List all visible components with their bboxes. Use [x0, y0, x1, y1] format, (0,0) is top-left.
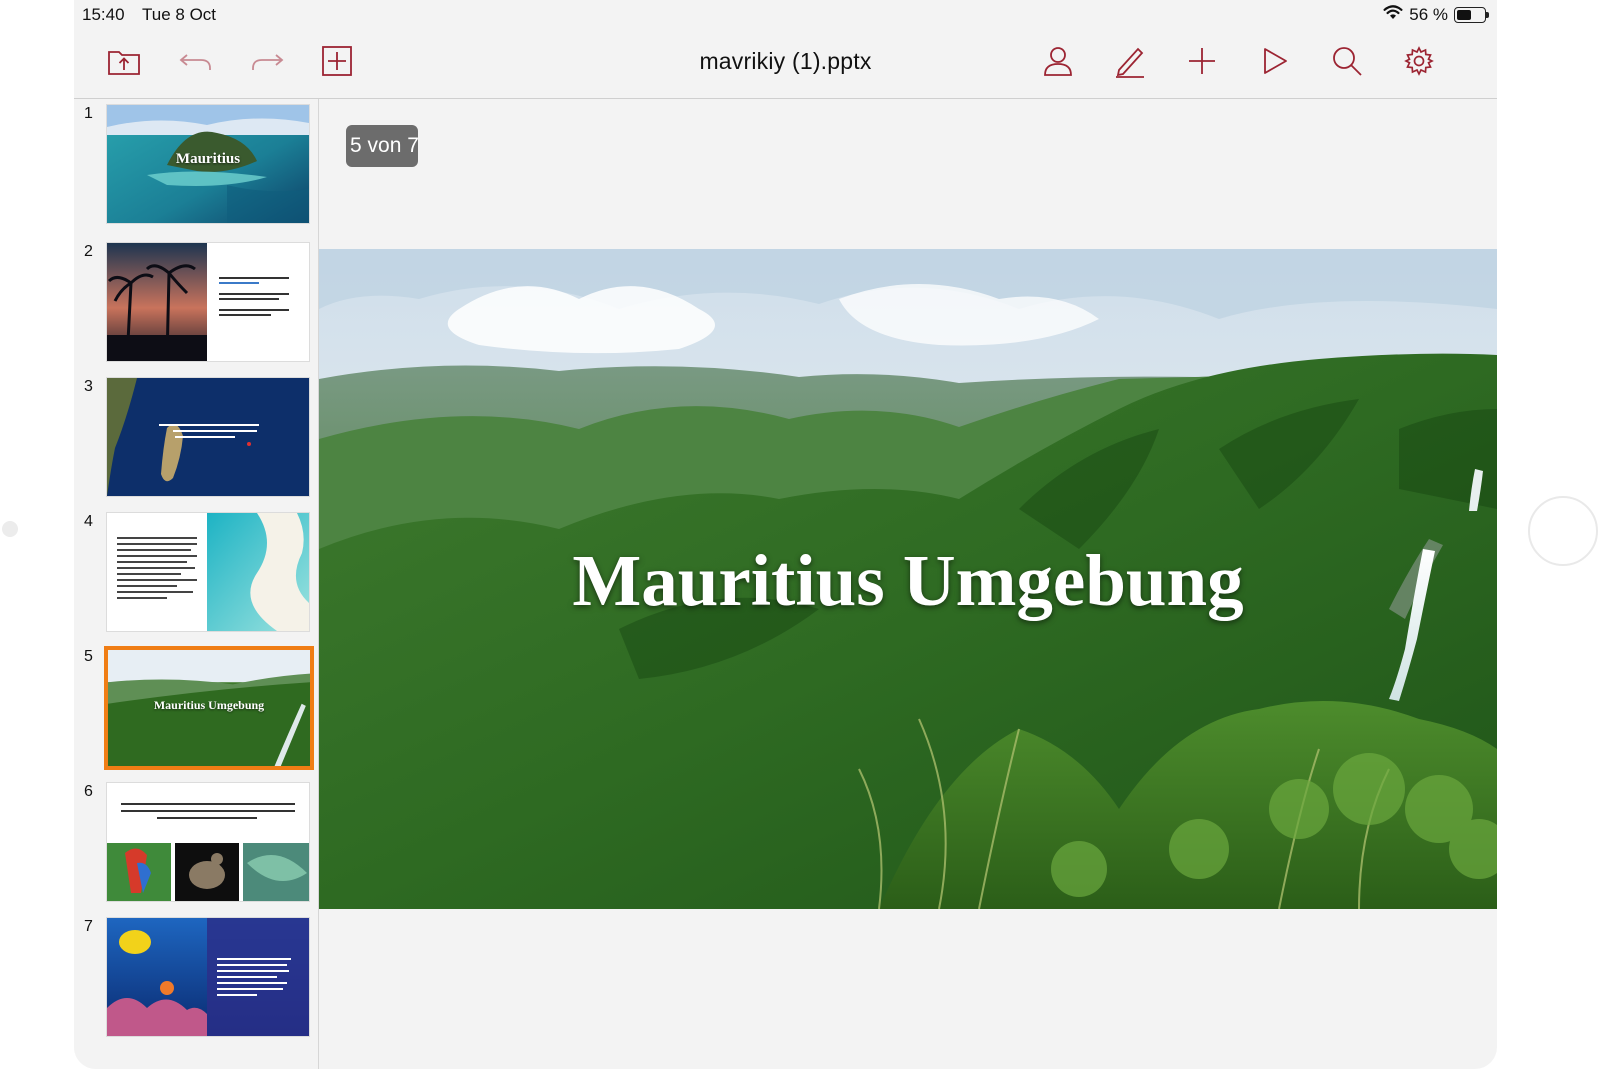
annotate-button[interactable]: [1110, 43, 1150, 83]
status-bar: 15:40 Tue 8 Oct 56 %: [74, 0, 1497, 28]
slide-thumbnail-row[interactable]: 6: [74, 777, 318, 903]
slide-thumbnail-row[interactable]: 4: [74, 507, 318, 633]
slide-thumbnail[interactable]: [107, 378, 309, 496]
collaborate-button[interactable]: [1038, 43, 1078, 83]
toolbar: mavrikiy (1).pptx: [74, 28, 1497, 99]
battery-icon: [1454, 7, 1489, 23]
ipad-screen: 15:40 Tue 8 Oct 56 % mavrikiy (1).pptx 1…: [74, 0, 1497, 1069]
gear-icon: [1404, 45, 1434, 81]
status-time: 15:40: [82, 5, 125, 24]
insert-button[interactable]: [1182, 43, 1222, 83]
slide-number: 4: [84, 513, 93, 530]
slide-number: 7: [84, 918, 93, 935]
battery-percent: 56 %: [1409, 5, 1448, 24]
search-button[interactable]: [1327, 43, 1367, 83]
slide-thumbnail[interactable]: [107, 513, 309, 631]
status-date: Tue 8 Oct: [142, 5, 217, 24]
slide-thumbnail-row[interactable]: 2: [74, 237, 318, 363]
play-button[interactable]: [1255, 43, 1295, 83]
settings-button[interactable]: [1399, 43, 1439, 83]
current-slide[interactable]: Mauritius Umgebung: [319, 249, 1497, 909]
user-icon: [1042, 45, 1074, 82]
status-right: 56 %: [1383, 5, 1489, 25]
slide-thumbnail-row[interactable]: 7: [74, 912, 318, 1038]
slide-number: 1: [84, 105, 93, 122]
slide-number: 5: [84, 648, 93, 665]
wifi-icon: [1383, 5, 1403, 25]
play-icon: [1261, 46, 1289, 81]
slide-number: 3: [84, 378, 93, 395]
slide-thumbnail-row[interactable]: 1 Mauritius: [74, 99, 318, 225]
slide-thumbnail[interactable]: Mauritius: [107, 105, 309, 223]
pen-icon: [1113, 44, 1147, 83]
slide-thumbnail-row[interactable]: 3: [74, 372, 318, 498]
slide-thumbnail[interactable]: [107, 243, 309, 361]
slide-title[interactable]: Mauritius Umgebung: [319, 539, 1497, 623]
slide-number: 6: [84, 783, 93, 800]
plus-icon: [1187, 46, 1217, 81]
page-indicator: 5 von 7: [346, 125, 418, 167]
search-icon: [1331, 45, 1363, 82]
edge-indicator: [2, 521, 18, 537]
slide-navigator: 1 Mauritius 2 3 4 5 Mauritius Umgebung 6…: [74, 99, 319, 1069]
slide-thumbnail-row-selected[interactable]: 5 Mauritius Umgebung: [74, 642, 318, 770]
slide-thumbnail-selected[interactable]: Mauritius Umgebung: [104, 646, 314, 770]
slide-number: 2: [84, 243, 93, 260]
slide-thumbnail[interactable]: [107, 783, 309, 901]
slide-thumbnail-title: Mauritius: [175, 151, 241, 167]
assistive-touch-button[interactable]: [1528, 496, 1598, 566]
slide-thumbnail[interactable]: [107, 918, 309, 1036]
slide-thumbnail-title: Mauritius Umgebung: [153, 698, 265, 712]
